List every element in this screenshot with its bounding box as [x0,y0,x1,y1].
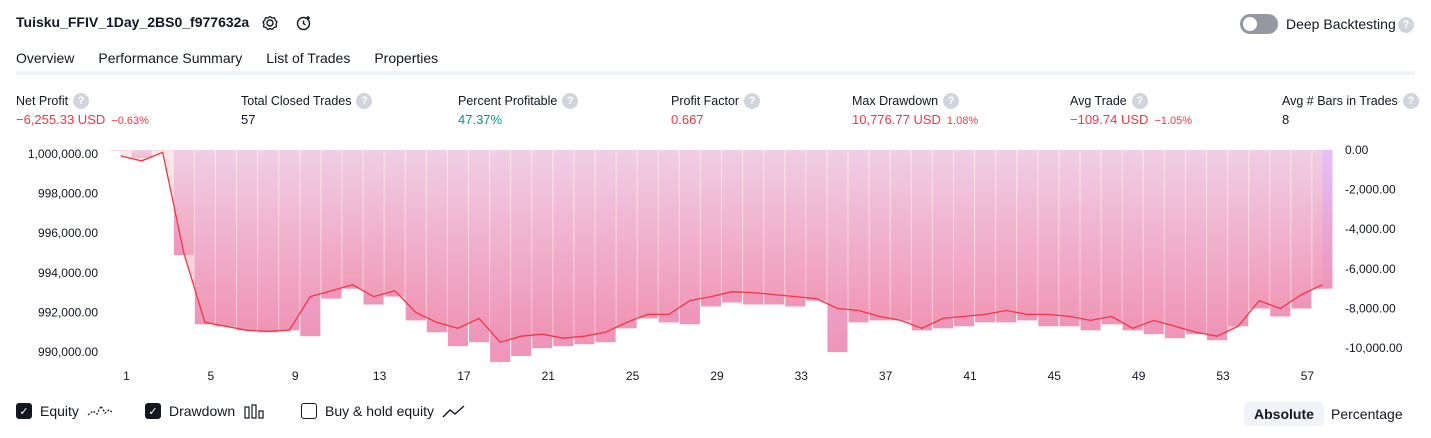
drawdown-bars-icon [244,404,264,419]
deep-backtesting-toggle[interactable] [1240,14,1278,34]
stat-label: Avg Trade [1070,94,1127,108]
stat-value: 0.667 [671,112,704,127]
x-tick-label: 29 [710,369,724,383]
stat-value: 10,776.77 USD [852,112,941,127]
stat-percent: −1.05% [1154,115,1193,127]
stat-max-drawdown: Max Drawdown? 10,776.77 USD 1.08% [852,93,978,127]
x-axis: 1 5 9 13 17 21 25 29 33 37 41 45 49 53 57 [123,369,1314,383]
stat-percent-profitable: Percent Profitable? 47.37% [458,93,579,127]
right-tick-label: -2,000.00 [1345,183,1396,197]
left-tick-label: 996,000.00 [38,226,98,240]
stat-value: 47.37% [458,112,503,127]
right-tick-label: -10,000.00 [1345,341,1403,355]
tab-properties[interactable]: Properties [362,48,450,72]
stat-value: −6,255.33 USD [16,112,106,127]
stat-avg-bars-in-trades: Avg # Bars in Trades? 8 [1282,93,1419,127]
left-tick-label: 1,000,000.00 [28,147,98,161]
stat-value: 8 [1282,112,1290,127]
percentage-button[interactable]: Percentage [1321,402,1413,426]
equity-checkbox[interactable]: ✓ [16,403,32,419]
right-axis: 0.00 -2,000.00 -4,000.00 -6,000.00 -8,000.00… [1345,143,1403,355]
buy-hold-label: Buy & hold equity [325,403,434,419]
equity-drawdown-chart[interactable]: 1,000,000.00 998,000.00 996,000.00 994,000.… [0,140,1431,395]
x-tick-label: 21 [542,369,556,383]
x-tick-label: 37 [879,369,893,383]
right-tick-label: -6,000.00 [1345,262,1396,276]
stat-label: Net Profit [16,94,69,108]
stat-label: Percent Profitable [458,94,558,108]
tab-overview[interactable]: Overview [16,48,86,75]
stat-net-profit: Net Profit? −6,255.33 USD −0.63% [16,93,149,127]
info-icon[interactable]: ? [73,93,90,109]
drawdown-checkbox[interactable]: ✓ [145,403,161,419]
right-tick-label: -4,000.00 [1345,222,1396,236]
x-tick-label: 33 [795,369,809,383]
x-tick-label: 5 [208,369,215,383]
toggle-knob [1243,17,1257,31]
deep-backtesting-label: Deep Backtesting [1286,16,1396,32]
stat-label: Total Closed Trades [241,94,352,108]
help-icon[interactable]: ? [1398,17,1414,33]
tab-performance-summary[interactable]: Performance Summary [86,48,254,72]
x-tick-label: 9 [292,369,299,383]
x-tick-label: 17 [457,369,471,383]
buy-hold-checkbox[interactable] [301,403,317,419]
stat-label: Max Drawdown [852,94,939,108]
x-tick-label: 49 [1132,369,1146,383]
left-tick-label: 990,000.00 [38,345,98,359]
x-tick-label: 1 [123,369,130,383]
equity-icon [87,404,113,416]
info-icon[interactable]: ? [744,93,761,109]
x-tick-label: 53 [1216,369,1230,383]
settings-icon[interactable] [259,12,281,34]
stat-label: Profit Factor [671,94,740,108]
x-tick-label: 13 [373,369,387,383]
x-tick-label: 45 [1048,369,1062,383]
report-tabs: Overview Performance Summary List of Tra… [16,48,450,75]
equity-label: Equity [40,403,79,419]
legend-drawdown[interactable]: ✓ Drawdown [145,403,265,419]
left-axis: 1,000,000.00 998,000.00 996,000.00 994,000.… [28,147,98,359]
rocket-icon[interactable] [293,12,315,34]
info-icon[interactable]: ? [1402,93,1419,109]
legend-equity[interactable]: ✓ Equity [16,403,113,419]
stat-total-closed-trades: Total Closed Trades? 57 [241,93,373,127]
tab-list-of-trades[interactable]: List of Trades [254,48,362,72]
info-icon[interactable]: ? [943,93,960,109]
stat-percent: 1.08% [946,115,979,127]
absolute-button[interactable]: Absolute [1244,402,1324,426]
info-icon[interactable]: ? [1131,93,1148,109]
strategy-title: Tuisku_FFIV_1Day_2BS0_f977632a [16,14,250,30]
x-tick-label: 57 [1301,369,1315,383]
left-tick-label: 992,000.00 [38,306,98,320]
left-tick-label: 998,000.00 [38,187,98,201]
right-tick-label: 0.00 [1345,143,1369,157]
stat-avg-trade: Avg Trade? −109.74 USD −1.05% [1070,93,1192,127]
stat-label: Avg # Bars in Trades [1282,94,1398,108]
stat-value: −109.74 USD [1070,112,1149,127]
tabs-divider [16,71,1415,75]
stat-value: 57 [241,112,256,127]
x-tick-label: 25 [626,369,640,383]
legend-buy-hold[interactable]: Buy & hold equity [301,403,466,419]
buy-hold-line-icon [442,405,465,418]
info-icon[interactable]: ? [356,93,373,109]
stat-profit-factor: Profit Factor? 0.667 [671,93,761,127]
info-icon[interactable]: ? [562,93,579,109]
x-tick-label: 41 [963,369,977,383]
stat-percent: −0.63% [111,115,149,127]
left-tick-label: 994,000.00 [38,266,98,280]
drawdown-label: Drawdown [169,403,236,419]
right-tick-label: -8,000.00 [1345,302,1396,316]
